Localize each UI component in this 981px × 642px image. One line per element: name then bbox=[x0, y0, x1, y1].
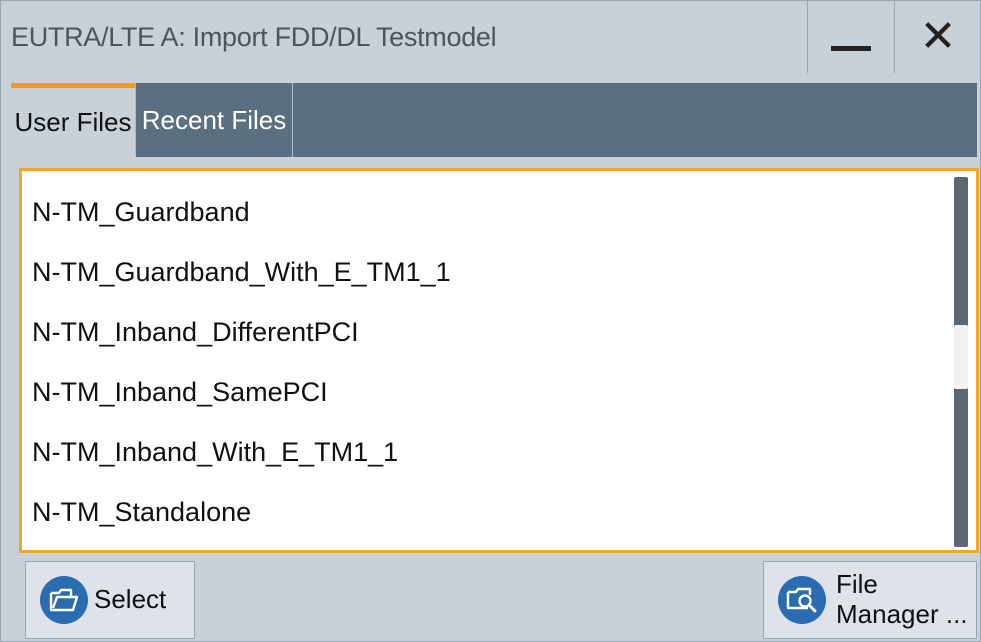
file-manager-label-line1: File bbox=[836, 569, 878, 600]
list-item[interactable]: N-TM_Inband_With_E_TM1_1 bbox=[32, 427, 398, 477]
close-icon: ✕ bbox=[919, 12, 957, 61]
scrollbar-thumb[interactable] bbox=[954, 325, 968, 389]
file-list[interactable]: N-TM_Guardband N-TM_Guardband_With_E_TM1… bbox=[19, 168, 979, 553]
import-dialog: EUTRA/LTE A: Import FDD/DL Testmodel ✕ U… bbox=[0, 0, 981, 642]
title-bar: EUTRA/LTE A: Import FDD/DL Testmodel ✕ bbox=[1, 1, 980, 73]
tab-user-files[interactable]: User Files bbox=[11, 83, 135, 157]
minimize-icon bbox=[831, 45, 871, 51]
list-item[interactable]: N-TM_Inband_DifferentPCI bbox=[32, 307, 359, 357]
folder-search-icon bbox=[778, 576, 826, 624]
select-button[interactable]: Select bbox=[25, 561, 195, 639]
select-button-label: Select bbox=[94, 584, 167, 615]
file-manager-button-label: File Manager ... bbox=[836, 569, 968, 630]
list-item[interactable]: N-TM_Guardband bbox=[32, 187, 250, 237]
list-item[interactable]: N-TM_Inband_SamePCI bbox=[32, 367, 328, 417]
file-manager-label-line2: Manager ... bbox=[836, 599, 968, 629]
list-item[interactable]: N-TM_Guardband_With_E_TM1_1 bbox=[32, 247, 451, 297]
folder-icon bbox=[40, 576, 88, 624]
tab-recent-files[interactable]: Recent Files bbox=[135, 83, 293, 157]
list-item[interactable]: N-TM_Standalone bbox=[32, 487, 251, 537]
tab-strip: User Files Recent Files bbox=[11, 83, 977, 157]
file-manager-button[interactable]: File Manager ... bbox=[763, 561, 977, 639]
dialog-title: EUTRA/LTE A: Import FDD/DL Testmodel bbox=[11, 22, 497, 52]
close-button[interactable]: ✕ bbox=[894, 1, 981, 73]
scrollbar[interactable] bbox=[954, 177, 968, 547]
minimize-button[interactable] bbox=[807, 1, 894, 73]
